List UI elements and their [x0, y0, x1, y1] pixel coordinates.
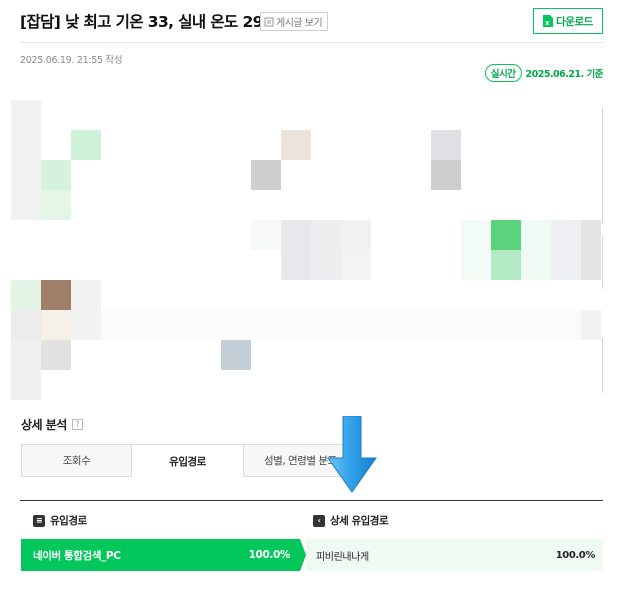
table-top-rule — [20, 500, 603, 501]
detail-inflow-percent: 100.0% — [555, 549, 596, 561]
basis-date: 2025.06.21. 기준 — [525, 69, 604, 80]
live-badge: 실시간 — [484, 64, 522, 82]
live-status: 실시간 2025.06.21. 기준 — [484, 64, 604, 82]
detail-inflow-path-header: ‹ 상세 유입경로 — [313, 513, 389, 528]
detail-analysis-title: 상세 분석 ? — [21, 416, 83, 433]
document-icon — [264, 17, 274, 26]
excel-file-icon: x — [543, 15, 554, 27]
divider-line — [602, 107, 603, 225]
list-icon: ≡ — [33, 514, 45, 527]
inflow-path-percent: 100.0% — [248, 549, 291, 561]
inflow-path-header-label: 유입경로 — [50, 515, 87, 527]
inflow-path-name: 네이버 통합검색_PC — [33, 549, 121, 562]
view-post-label: 게시글 보기 — [276, 18, 323, 29]
detail-inflow-path-header-label: 상세 유입경로 — [330, 515, 389, 527]
help-icon[interactable]: ? — [71, 419, 83, 430]
detail-inflow-row[interactable]: 피비린내나게 100.0% — [306, 539, 603, 571]
inflow-path-header: ≡ 유입경로 — [33, 513, 87, 528]
divider-line — [602, 236, 603, 289]
download-label: 다운로드 — [556, 15, 593, 28]
blurred-stats-area — [11, 100, 603, 400]
written-date: 2025.06.19. 21:55 작성 — [20, 55, 123, 66]
divider-line — [602, 338, 603, 393]
tab-inflow-path[interactable]: 유입경로 — [132, 444, 243, 477]
header-divider — [20, 42, 603, 43]
detail-inflow-name: 피비린내나게 — [316, 551, 369, 563]
inflow-path-row[interactable]: 네이버 통합검색_PC 100.0% — [21, 539, 300, 571]
chevron-left-icon: ‹ — [313, 514, 325, 527]
detail-analysis-label: 상세 분석 — [21, 418, 67, 432]
post-title: [잡담] 낮 최고 기온 33, 실내 온도 29. — [20, 13, 269, 31]
view-post-button[interactable]: 게시글 보기 — [260, 12, 329, 31]
tab-views[interactable]: 조회수 — [21, 444, 132, 477]
arrow-down-icon — [327, 416, 377, 493]
download-button[interactable]: x 다운로드 — [533, 8, 603, 34]
